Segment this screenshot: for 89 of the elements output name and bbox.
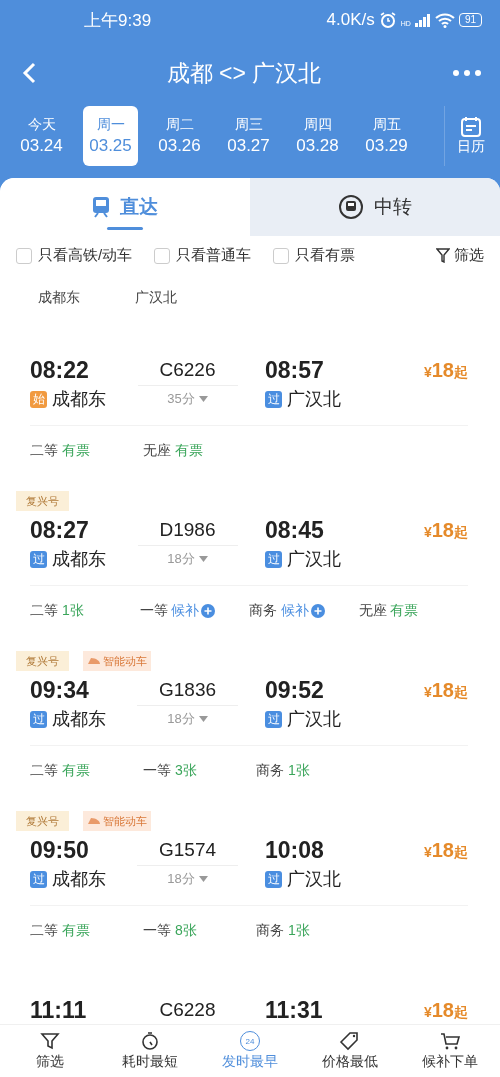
dropdown-icon[interactable] xyxy=(198,716,208,722)
departure-time: 09:50 xyxy=(30,836,90,865)
station-badge: 始 xyxy=(30,390,47,408)
plus-icon[interactable] xyxy=(310,604,325,618)
station-filter[interactable]: 成都东 xyxy=(38,289,80,321)
seat-availability[interactable]: 一等 8张 xyxy=(143,922,197,940)
station-badge: 过 xyxy=(30,710,47,728)
back-icon[interactable] xyxy=(22,62,36,84)
station-badge: 过 xyxy=(265,870,282,888)
arrival-time: 08:57 xyxy=(265,356,325,385)
departure-time: 11:11 xyxy=(30,996,88,1024)
departure-time: 09:34 xyxy=(30,676,90,705)
filter-icon xyxy=(40,1031,60,1051)
seat-availability[interactable]: 一等 候补 xyxy=(139,602,200,620)
seat-availability[interactable]: 无座 有票 xyxy=(358,602,419,620)
dropdown-icon[interactable] xyxy=(198,556,208,562)
duration: 35分 xyxy=(167,390,195,408)
seat-availability[interactable]: 二等 1张 xyxy=(30,602,84,620)
seat-availability[interactable]: 商务 候补 xyxy=(249,602,309,620)
station-badge: 过 xyxy=(265,710,282,728)
seat-availability[interactable]: 二等 有票 xyxy=(30,922,90,940)
status-time: 上午9:39 xyxy=(84,9,153,32)
arrival-station: 广汉北 xyxy=(287,868,341,891)
network-speed: 4.0K/s xyxy=(326,10,375,30)
dropdown-icon[interactable] xyxy=(198,876,208,882)
departure-time: 08:27 xyxy=(30,516,90,545)
train-number[interactable]: C6226 xyxy=(137,355,238,386)
bullet-train-icon xyxy=(87,657,101,665)
arrival-time: 11:31 xyxy=(265,996,324,1024)
station-badge: 过 xyxy=(30,870,47,888)
arrival-time: 08:45 xyxy=(265,516,325,545)
train-tag: 复兴号 xyxy=(16,811,69,831)
calendar-icon xyxy=(459,116,482,138)
train-number[interactable]: D1986 xyxy=(137,515,238,546)
departure-station: 成都东 xyxy=(52,868,106,891)
seat-availability[interactable]: 一等 3张 xyxy=(143,762,197,780)
seat-availability[interactable]: 无座 有票 xyxy=(143,442,203,460)
dropdown-icon[interactable] xyxy=(198,396,208,402)
filter-icon xyxy=(436,248,450,263)
price: ¥18起 xyxy=(423,678,468,703)
arrival-station: 广汉北 xyxy=(287,708,341,731)
duration: 18分 xyxy=(167,710,195,728)
duration: 18分 xyxy=(167,870,195,888)
filter-checkbox[interactable]: 只看普通车 xyxy=(154,246,252,265)
route-title: 成都 <> 广汉北 xyxy=(165,58,323,88)
station-badge: 过 xyxy=(30,550,47,568)
departure-time: 08:22 xyxy=(30,356,90,385)
station-badge: 过 xyxy=(265,390,282,408)
train-circle-icon xyxy=(338,194,364,220)
arrival-time: 09:52 xyxy=(265,676,325,705)
bullet-train-icon xyxy=(87,817,101,825)
train-tag: 智能动车 xyxy=(83,811,151,831)
arrival-station: 广汉北 xyxy=(287,548,341,571)
duration: 18分 xyxy=(167,550,195,568)
wifi-icon xyxy=(434,12,455,28)
train-tag: 智能动车 xyxy=(83,651,151,671)
train-number[interactable]: G1574 xyxy=(137,835,239,866)
train-tag: 复兴号 xyxy=(16,491,69,511)
plus-icon[interactable] xyxy=(201,604,216,618)
train-tag: 复兴号 xyxy=(16,651,69,671)
alarm-icon xyxy=(378,11,397,29)
tab[interactable]: 中转 xyxy=(250,178,500,236)
arrival-station: 广汉北 xyxy=(287,388,341,411)
price: ¥18起 xyxy=(423,838,468,863)
price: ¥18起 xyxy=(423,358,468,383)
train-icon xyxy=(92,196,110,218)
battery-indicator: 91 xyxy=(458,13,482,27)
filter-button[interactable]: 筛选 xyxy=(436,246,484,265)
departure-station: 成都东 xyxy=(52,708,106,731)
filter-checkbox[interactable]: 只看有票 xyxy=(273,246,356,265)
station-badge: 过 xyxy=(265,550,282,568)
price: ¥18起 xyxy=(423,518,468,543)
date-tab[interactable]: 周一 03.25 xyxy=(83,106,138,166)
signal-icon xyxy=(414,13,431,27)
departure-station: 成都东 xyxy=(52,388,106,411)
seat-availability[interactable]: 二等 有票 xyxy=(30,442,90,460)
arrival-time: 10:08 xyxy=(265,836,325,865)
seat-availability[interactable]: 商务 1张 xyxy=(256,922,310,940)
timer-icon xyxy=(140,1031,160,1051)
price: ¥18起 xyxy=(423,998,468,1023)
seat-availability[interactable]: 二等 有票 xyxy=(30,762,90,780)
filter-checkbox[interactable]: 只看高铁/动车 xyxy=(16,246,133,265)
more-icon[interactable] xyxy=(452,69,482,77)
station-filter[interactable]: 广汉北 xyxy=(135,289,177,321)
departure-station: 成都东 xyxy=(52,548,106,571)
price-tag-icon xyxy=(339,1031,361,1051)
cart-icon xyxy=(439,1031,461,1051)
train-number[interactable]: G1836 xyxy=(137,675,239,706)
seat-availability[interactable]: 商务 1张 xyxy=(256,762,310,780)
